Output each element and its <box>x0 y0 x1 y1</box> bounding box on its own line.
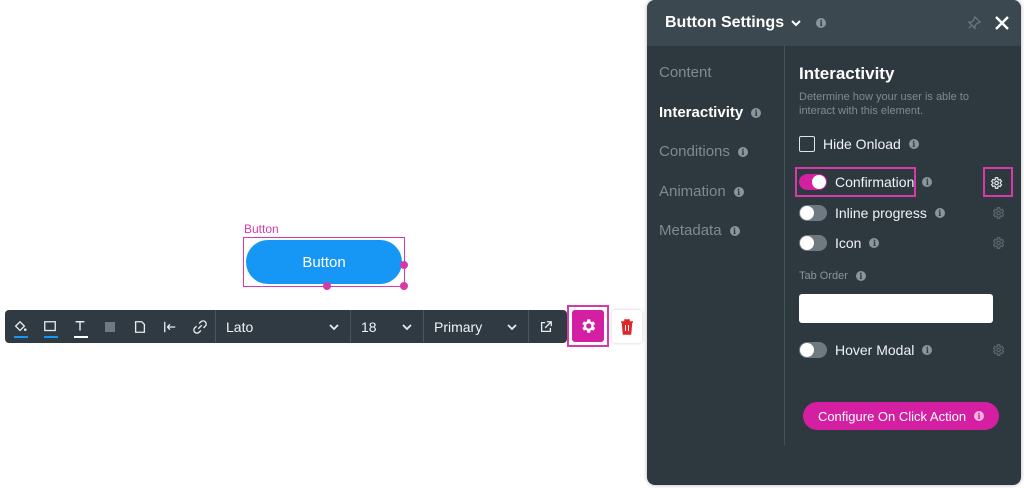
resize-handle-bottom[interactable] <box>323 282 331 290</box>
canvas-button[interactable]: Button <box>246 240 402 284</box>
section-title: Interactivity <box>799 64 895 83</box>
font-family-select[interactable]: Lato <box>216 310 350 343</box>
hide-onload-checkbox[interactable] <box>799 136 815 152</box>
panel-header: Button Settings i <box>647 0 1021 46</box>
close-icon[interactable] <box>995 16 1009 30</box>
info-icon[interactable]: i <box>737 146 748 157</box>
settings-nav: Content Interactivity i Conditions i Ani… <box>647 46 785 445</box>
hover-modal-toggle[interactable] <box>799 342 827 358</box>
icon-toggle[interactable] <box>799 235 827 251</box>
nav-item-label: Animation <box>659 183 726 200</box>
info-icon[interactable]: i <box>908 139 919 149</box>
align-left-icon[interactable] <box>155 310 185 343</box>
settings-button[interactable] <box>572 310 604 342</box>
element-type-label: Button <box>244 222 279 236</box>
nav-item-label: Metadata <box>659 222 722 239</box>
info-icon[interactable]: i <box>934 208 945 218</box>
nav-item-interactivity[interactable]: Interactivity i <box>659 104 762 121</box>
nav-item-content[interactable]: Content <box>659 64 712 81</box>
border-color-icon[interactable] <box>35 310 65 343</box>
icon-settings-gear-icon[interactable] <box>991 236 1005 250</box>
link-icon[interactable] <box>185 310 215 343</box>
info-icon[interactable]: i <box>816 18 827 28</box>
font-size-value: 18 <box>361 318 377 335</box>
tab-order-row: Tab Order i <box>799 270 866 282</box>
shadow-icon[interactable] <box>95 310 125 343</box>
chevron-down-icon[interactable] <box>790 17 802 29</box>
info-icon[interactable]: i <box>922 177 933 187</box>
nav-item-label: Content <box>659 64 712 81</box>
section-description: Determine how your user is able to inter… <box>799 91 969 117</box>
nav-item-label: Conditions <box>659 143 730 160</box>
fill-color-icon[interactable] <box>5 310 35 343</box>
inline-progress-settings-gear-icon[interactable] <box>991 206 1005 220</box>
inline-progress-label: Inline progress <box>835 205 927 221</box>
hover-modal-row: Hover Modal i <box>799 342 933 358</box>
nav-item-conditions[interactable]: Conditions i <box>659 143 748 160</box>
info-icon[interactable]: i <box>733 186 744 197</box>
external-link-icon[interactable] <box>529 310 563 343</box>
button-settings-panel: Button Settings i Content Interactivity … <box>647 0 1021 485</box>
info-icon[interactable]: i <box>922 345 933 355</box>
info-icon[interactable]: i <box>729 225 740 236</box>
style-select[interactable]: Primary <box>424 310 528 343</box>
settings-gear-highlight <box>567 305 609 347</box>
nav-item-animation[interactable]: Animation i <box>659 183 744 200</box>
confirmation-gear-highlight <box>983 167 1013 197</box>
font-family-value: Lato <box>226 318 254 335</box>
nav-item-metadata[interactable]: Metadata i <box>659 222 740 239</box>
info-icon[interactable]: i <box>869 238 880 248</box>
resize-handle-corner[interactable] <box>400 282 408 290</box>
info-icon[interactable]: i <box>974 411 985 421</box>
icon-row: Icon i <box>799 235 880 251</box>
hide-onload-label: Hide Onload <box>823 136 901 152</box>
gear-icon <box>582 319 596 333</box>
icon-label: Icon <box>835 235 862 251</box>
style-value: Primary <box>434 318 483 335</box>
nav-item-label: Interactivity <box>659 104 744 121</box>
info-icon[interactable]: i <box>855 271 866 281</box>
chevron-down-icon <box>329 323 339 330</box>
configure-button-label: Configure On Click Action <box>817 408 967 424</box>
configure-on-click-action-button[interactable]: Configure On Click Action i <box>803 402 999 430</box>
hover-modal-label: Hover Modal <box>835 342 915 358</box>
element-toolbar: Lato 18 Primary <box>5 310 567 343</box>
chevron-down-icon <box>507 323 517 330</box>
inline-progress-row: Inline progress i <box>799 205 945 221</box>
pin-icon[interactable] <box>967 16 981 30</box>
chevron-down-icon <box>402 323 412 330</box>
resize-handle-right[interactable] <box>400 261 408 269</box>
font-size-select[interactable]: 18 <box>351 310 423 343</box>
trash-icon <box>621 318 633 335</box>
hide-onload-row: Hide Onload i <box>799 136 919 152</box>
inline-progress-toggle[interactable] <box>799 205 827 221</box>
text-color-icon[interactable] <box>65 310 95 343</box>
settings-content: Interactivity Determine how your user is… <box>799 46 1021 485</box>
panel-title: Button Settings <box>665 14 785 31</box>
confirmation-highlight <box>795 167 916 197</box>
corner-radius-icon[interactable] <box>125 310 155 343</box>
tab-order-input[interactable] <box>799 294 993 323</box>
info-icon[interactable]: i <box>751 107 762 118</box>
delete-button[interactable] <box>612 310 642 343</box>
tab-order-label: Tab Order <box>799 270 848 282</box>
hover-modal-settings-gear-icon[interactable] <box>991 343 1005 357</box>
